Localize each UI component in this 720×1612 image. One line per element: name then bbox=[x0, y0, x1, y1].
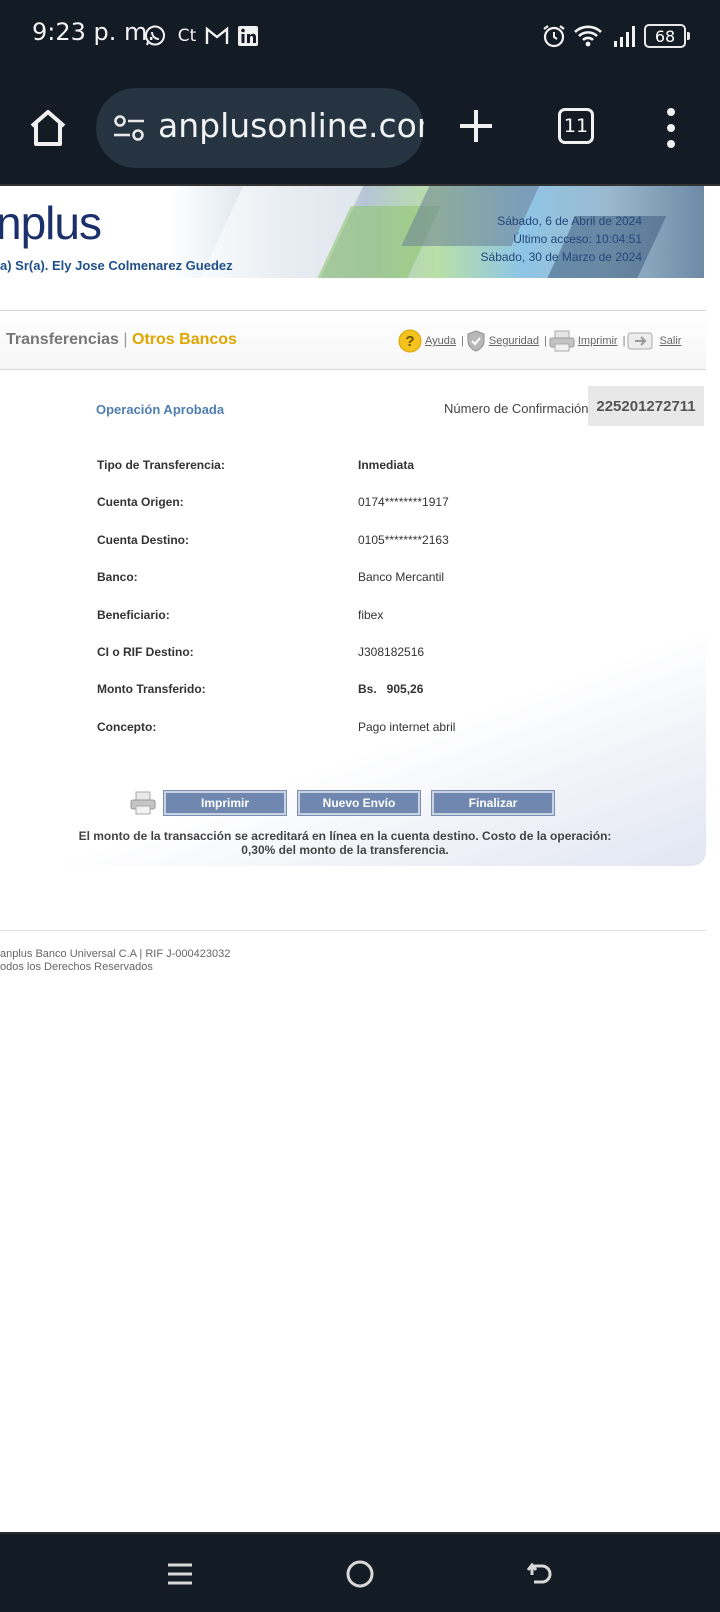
address-bar[interactable]: anplusonline.com bbox=[96, 88, 424, 168]
exit-icon[interactable] bbox=[627, 331, 653, 351]
detail-value: 0105********2163 bbox=[358, 533, 449, 547]
session-info: Sábado, 6 de Abril de 2024 Último acceso… bbox=[481, 212, 642, 266]
footer: anplus Banco Universal C.A | RIF J-00042… bbox=[0, 948, 230, 974]
last-access: Último acceso: 10:04:51 bbox=[513, 232, 642, 246]
home-button-icon[interactable] bbox=[342, 1556, 378, 1592]
breadcrumb: Transferencias | Otros Bancos bbox=[6, 331, 237, 349]
detail-value: fibex bbox=[358, 608, 384, 622]
footer-rights: odos los Derechos Reservados bbox=[0, 961, 153, 973]
signal-icon bbox=[612, 22, 640, 50]
detail-label: Beneficiario: bbox=[97, 608, 170, 622]
ct-icon: Ct bbox=[177, 26, 197, 46]
shield-icon[interactable] bbox=[466, 330, 486, 352]
action-buttons: Imprimir Nuevo Envío Finalizar bbox=[130, 790, 566, 816]
exit-link[interactable]: Salir bbox=[659, 335, 681, 347]
detail-label: Concepto: bbox=[97, 720, 157, 734]
linkedin-icon bbox=[236, 22, 260, 50]
help-link[interactable]: Ayuda bbox=[425, 335, 456, 347]
detail-value: 0174********1917 bbox=[358, 495, 449, 509]
detail-label: Banco: bbox=[97, 570, 138, 584]
detail-label: Cuenta Destino: bbox=[97, 533, 190, 547]
confirmation-label: Número de Confirmación: bbox=[444, 401, 593, 416]
bank-header: nplus a) Sr(a). Ely Jose Colmenarez Gued… bbox=[0, 186, 704, 278]
print-button[interactable]: Imprimir bbox=[163, 790, 287, 816]
system-navigation-bar bbox=[0, 1532, 720, 1612]
utility-links: ? Ayuda | Seguridad | Imprimir | Salir bbox=[398, 327, 684, 355]
current-date: Sábado, 6 de Abril de 2024 bbox=[497, 214, 642, 228]
detail-label: Monto Transferido: bbox=[97, 682, 206, 696]
transfer-receipt: Operación Aprobada Número de Confirmació… bbox=[0, 376, 706, 866]
security-link[interactable]: Seguridad bbox=[489, 335, 539, 347]
new-send-button[interactable]: Nuevo Envío bbox=[297, 790, 421, 816]
detail-value: Bs. 905,26 bbox=[358, 682, 424, 696]
more-options-icon[interactable] bbox=[660, 106, 682, 150]
tab-switcher-button[interactable]: 11 bbox=[558, 108, 594, 144]
printer-icon[interactable] bbox=[130, 791, 156, 815]
tab-count: 11 bbox=[563, 115, 589, 137]
breadcrumb-separator: | bbox=[123, 331, 128, 348]
printer-icon[interactable] bbox=[549, 330, 575, 352]
back-icon[interactable] bbox=[522, 1556, 558, 1592]
breadcrumb-section[interactable]: Transferencias bbox=[6, 331, 119, 348]
status-bar: 9:23 p. m. Ct 68 bbox=[0, 0, 720, 72]
web-page: nplus a) Sr(a). Ely Jose Colmenarez Gued… bbox=[0, 184, 720, 1532]
confirmation-number: 225201272711 bbox=[588, 386, 704, 426]
detail-value: Pago internet abril bbox=[358, 720, 456, 734]
svg-text:?: ? bbox=[405, 333, 414, 350]
divider: | bbox=[622, 335, 626, 347]
url-text[interactable]: anplusonline.com bbox=[158, 106, 424, 145]
divider: | bbox=[461, 335, 464, 347]
site-settings-icon[interactable] bbox=[112, 112, 146, 144]
recent-apps-icon[interactable] bbox=[162, 1556, 198, 1592]
battery-icon: 68 bbox=[644, 24, 690, 48]
divider: | bbox=[544, 335, 547, 347]
breadcrumb-subsection: Otros Bancos bbox=[132, 331, 237, 348]
last-access-date: Sábado, 30 de Marzo de 2024 bbox=[480, 250, 642, 264]
confirmation-number-value: 225201272711 bbox=[596, 397, 696, 415]
footer-company: anplus Banco Universal C.A | RIF J-00042… bbox=[0, 948, 231, 960]
print-link[interactable]: Imprimir bbox=[578, 335, 618, 347]
battery-level: 68 bbox=[654, 26, 676, 46]
bank-logo[interactable]: nplus bbox=[0, 196, 102, 250]
footer-divider bbox=[0, 930, 706, 931]
finish-button[interactable]: Finalizar bbox=[431, 790, 555, 816]
transaction-note: El monto de la transacción se acreditará… bbox=[78, 829, 612, 857]
detail-label: Tipo de Transferencia: bbox=[97, 458, 225, 472]
detail-value: J308182516 bbox=[358, 645, 425, 659]
home-icon[interactable] bbox=[26, 106, 70, 150]
wifi-icon bbox=[573, 22, 603, 50]
clock: 9:23 p. m. bbox=[32, 18, 156, 46]
detail-value: Inmediata bbox=[358, 458, 415, 472]
whatsapp-icon bbox=[143, 22, 167, 50]
alarm-icon bbox=[540, 22, 568, 50]
section-nav: Transferencias | Otros Bancos ? Ayuda | … bbox=[0, 310, 706, 370]
browser-toolbar: anplusonline.com 11 bbox=[0, 72, 720, 184]
operation-status: Operación Aprobada bbox=[96, 402, 225, 417]
detail-value: Banco Mercantil bbox=[358, 570, 445, 584]
help-icon[interactable]: ? bbox=[398, 329, 422, 353]
new-tab-icon[interactable] bbox=[456, 106, 496, 146]
gmail-icon bbox=[205, 22, 229, 50]
user-greeting: a) Sr(a). Ely Jose Colmenarez Guedez bbox=[0, 258, 233, 273]
detail-label: CI o RIF Destino: bbox=[97, 645, 194, 659]
detail-label: Cuenta Origen: bbox=[97, 495, 184, 509]
